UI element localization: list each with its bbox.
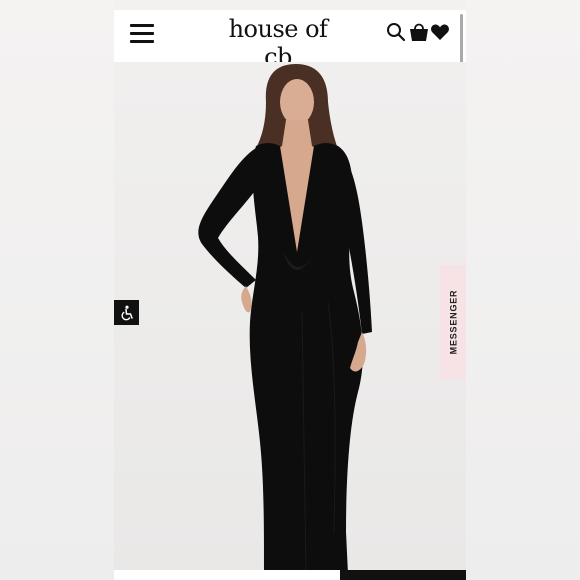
backdrop-right	[466, 0, 580, 580]
wheelchair-icon	[121, 305, 133, 320]
add-to-bag-bar[interactable]	[340, 570, 466, 580]
messenger-label: MESSENGER	[448, 289, 458, 355]
heart-icon[interactable]	[430, 22, 450, 42]
accessibility-button[interactable]	[114, 300, 139, 325]
backdrop-left	[0, 0, 114, 580]
hamburger-menu-icon[interactable]	[130, 22, 154, 44]
messenger-tab[interactable]: MESSENGER	[440, 265, 466, 379]
shopping-bag-icon[interactable]	[408, 22, 430, 42]
search-icon[interactable]	[386, 22, 406, 42]
site-header: house of cb LONDON	[114, 10, 466, 174]
model-figure	[198, 64, 372, 574]
product-image[interactable]	[114, 62, 466, 574]
phone-screen: house of cb LONDON	[114, 10, 466, 580]
